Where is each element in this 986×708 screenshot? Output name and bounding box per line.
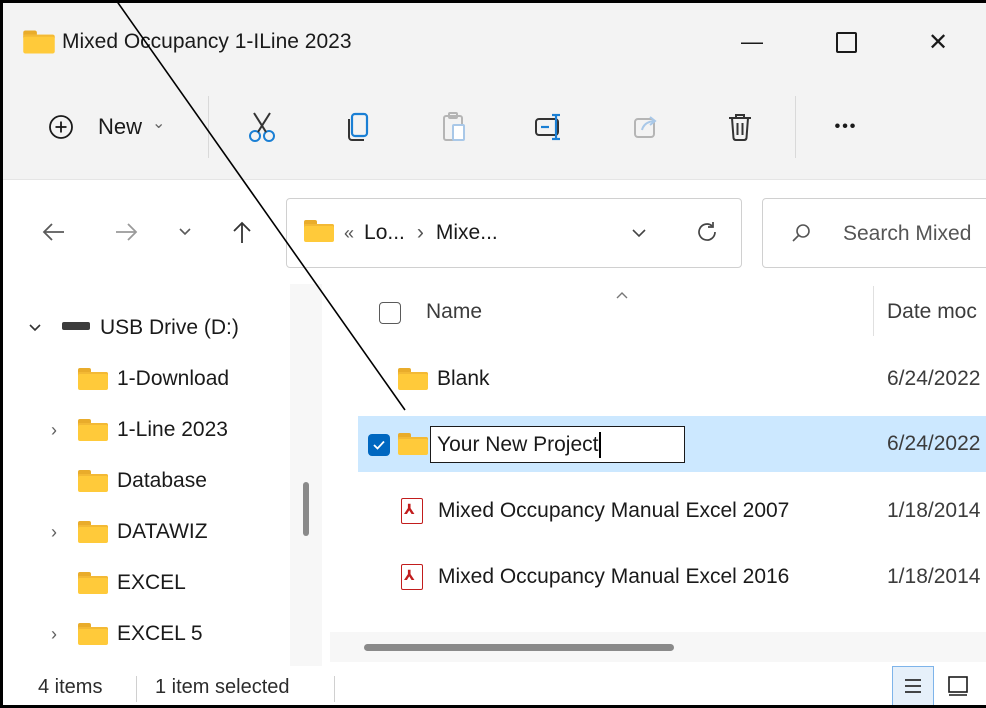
annotation-pointer-line bbox=[115, 0, 406, 411]
